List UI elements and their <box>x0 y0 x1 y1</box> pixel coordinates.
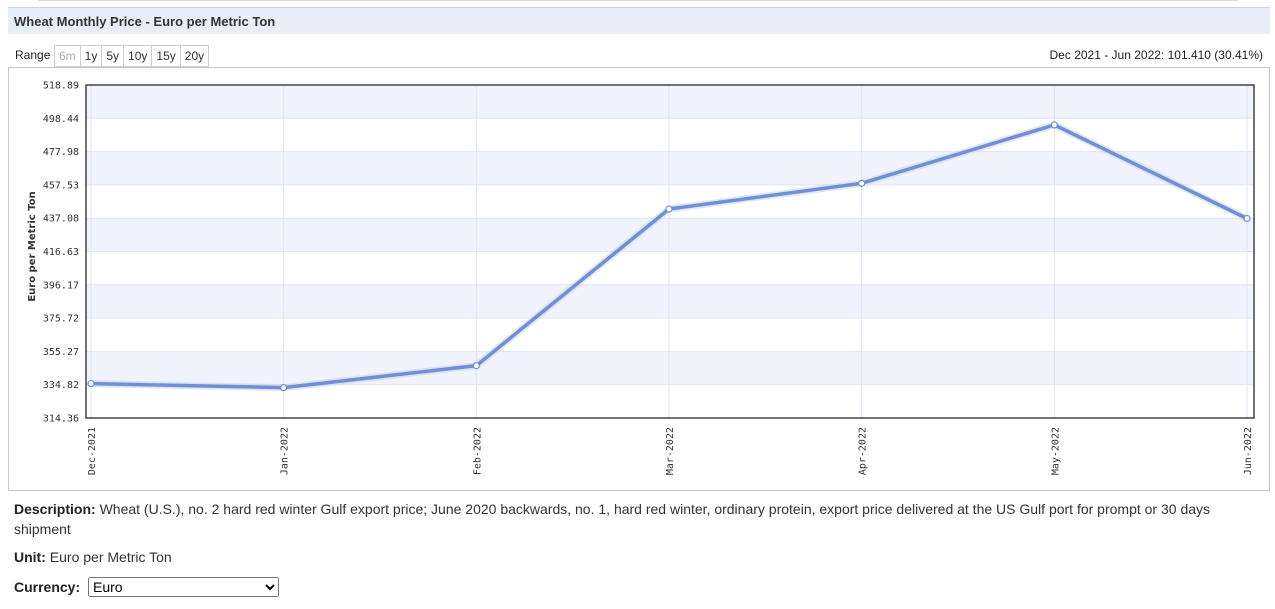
description: Description: Wheat (U.S.), no. 2 hard re… <box>14 499 1254 539</box>
data-point <box>472 362 480 370</box>
y-tick-label: 396.17 <box>43 280 79 291</box>
grid-band <box>86 351 1254 385</box>
x-tick-label: Jan-2022 <box>280 427 291 475</box>
x-tick-label: Dec-2021 <box>87 427 98 475</box>
currency-select[interactable]: Euro <box>88 577 279 597</box>
y-tick-label: 457.53 <box>43 180 79 191</box>
description-label: Description: <box>14 501 96 517</box>
grid-band <box>86 284 1254 319</box>
x-tick-label: Feb-2022 <box>472 427 483 475</box>
y-axis-title: Euro per Metric Ton <box>27 191 38 301</box>
unit: Unit: Euro per Metric Ton <box>14 549 172 565</box>
data-point <box>858 179 866 187</box>
x-tick-label: Jun-2022 <box>1243 427 1254 475</box>
data-point <box>665 205 673 213</box>
unit-text: Euro per Metric Ton <box>49 549 172 565</box>
data-point <box>280 384 288 392</box>
grid-band <box>86 151 1254 185</box>
data-point <box>87 379 95 388</box>
data-point <box>1050 121 1058 129</box>
y-tick-label: 518.89 <box>43 81 79 92</box>
description-text: Wheat (U.S.), no. 2 hard red winter Gulf… <box>14 501 1211 537</box>
x-tick-label: Mar-2022 <box>665 427 676 475</box>
y-tick-label: 416.63 <box>43 247 79 258</box>
y-tick-label: 477.98 <box>43 147 79 158</box>
y-tick-label: 355.27 <box>43 347 79 358</box>
x-tick-label: Apr-2022 <box>858 427 869 475</box>
grid-band <box>86 218 1254 252</box>
grid-band <box>86 85 1254 119</box>
x-tick-label: May-2022 <box>1050 427 1061 475</box>
data-point <box>1243 214 1251 223</box>
price-line-chart: 518.89 498.44 477.98 457.53 437.08 416.63 396.… <box>27 81 1255 475</box>
unit-label: Unit: <box>14 549 46 565</box>
y-tick-label: 334.82 <box>43 380 79 391</box>
y-tick-label: 375.72 <box>43 314 79 325</box>
y-tick-label: 498.44 <box>43 114 79 125</box>
currency-row: Currency: <box>14 579 80 595</box>
y-tick-label: 314.36 <box>43 414 79 425</box>
currency-label: Currency: <box>14 579 81 595</box>
y-tick-label: 437.08 <box>43 214 79 225</box>
